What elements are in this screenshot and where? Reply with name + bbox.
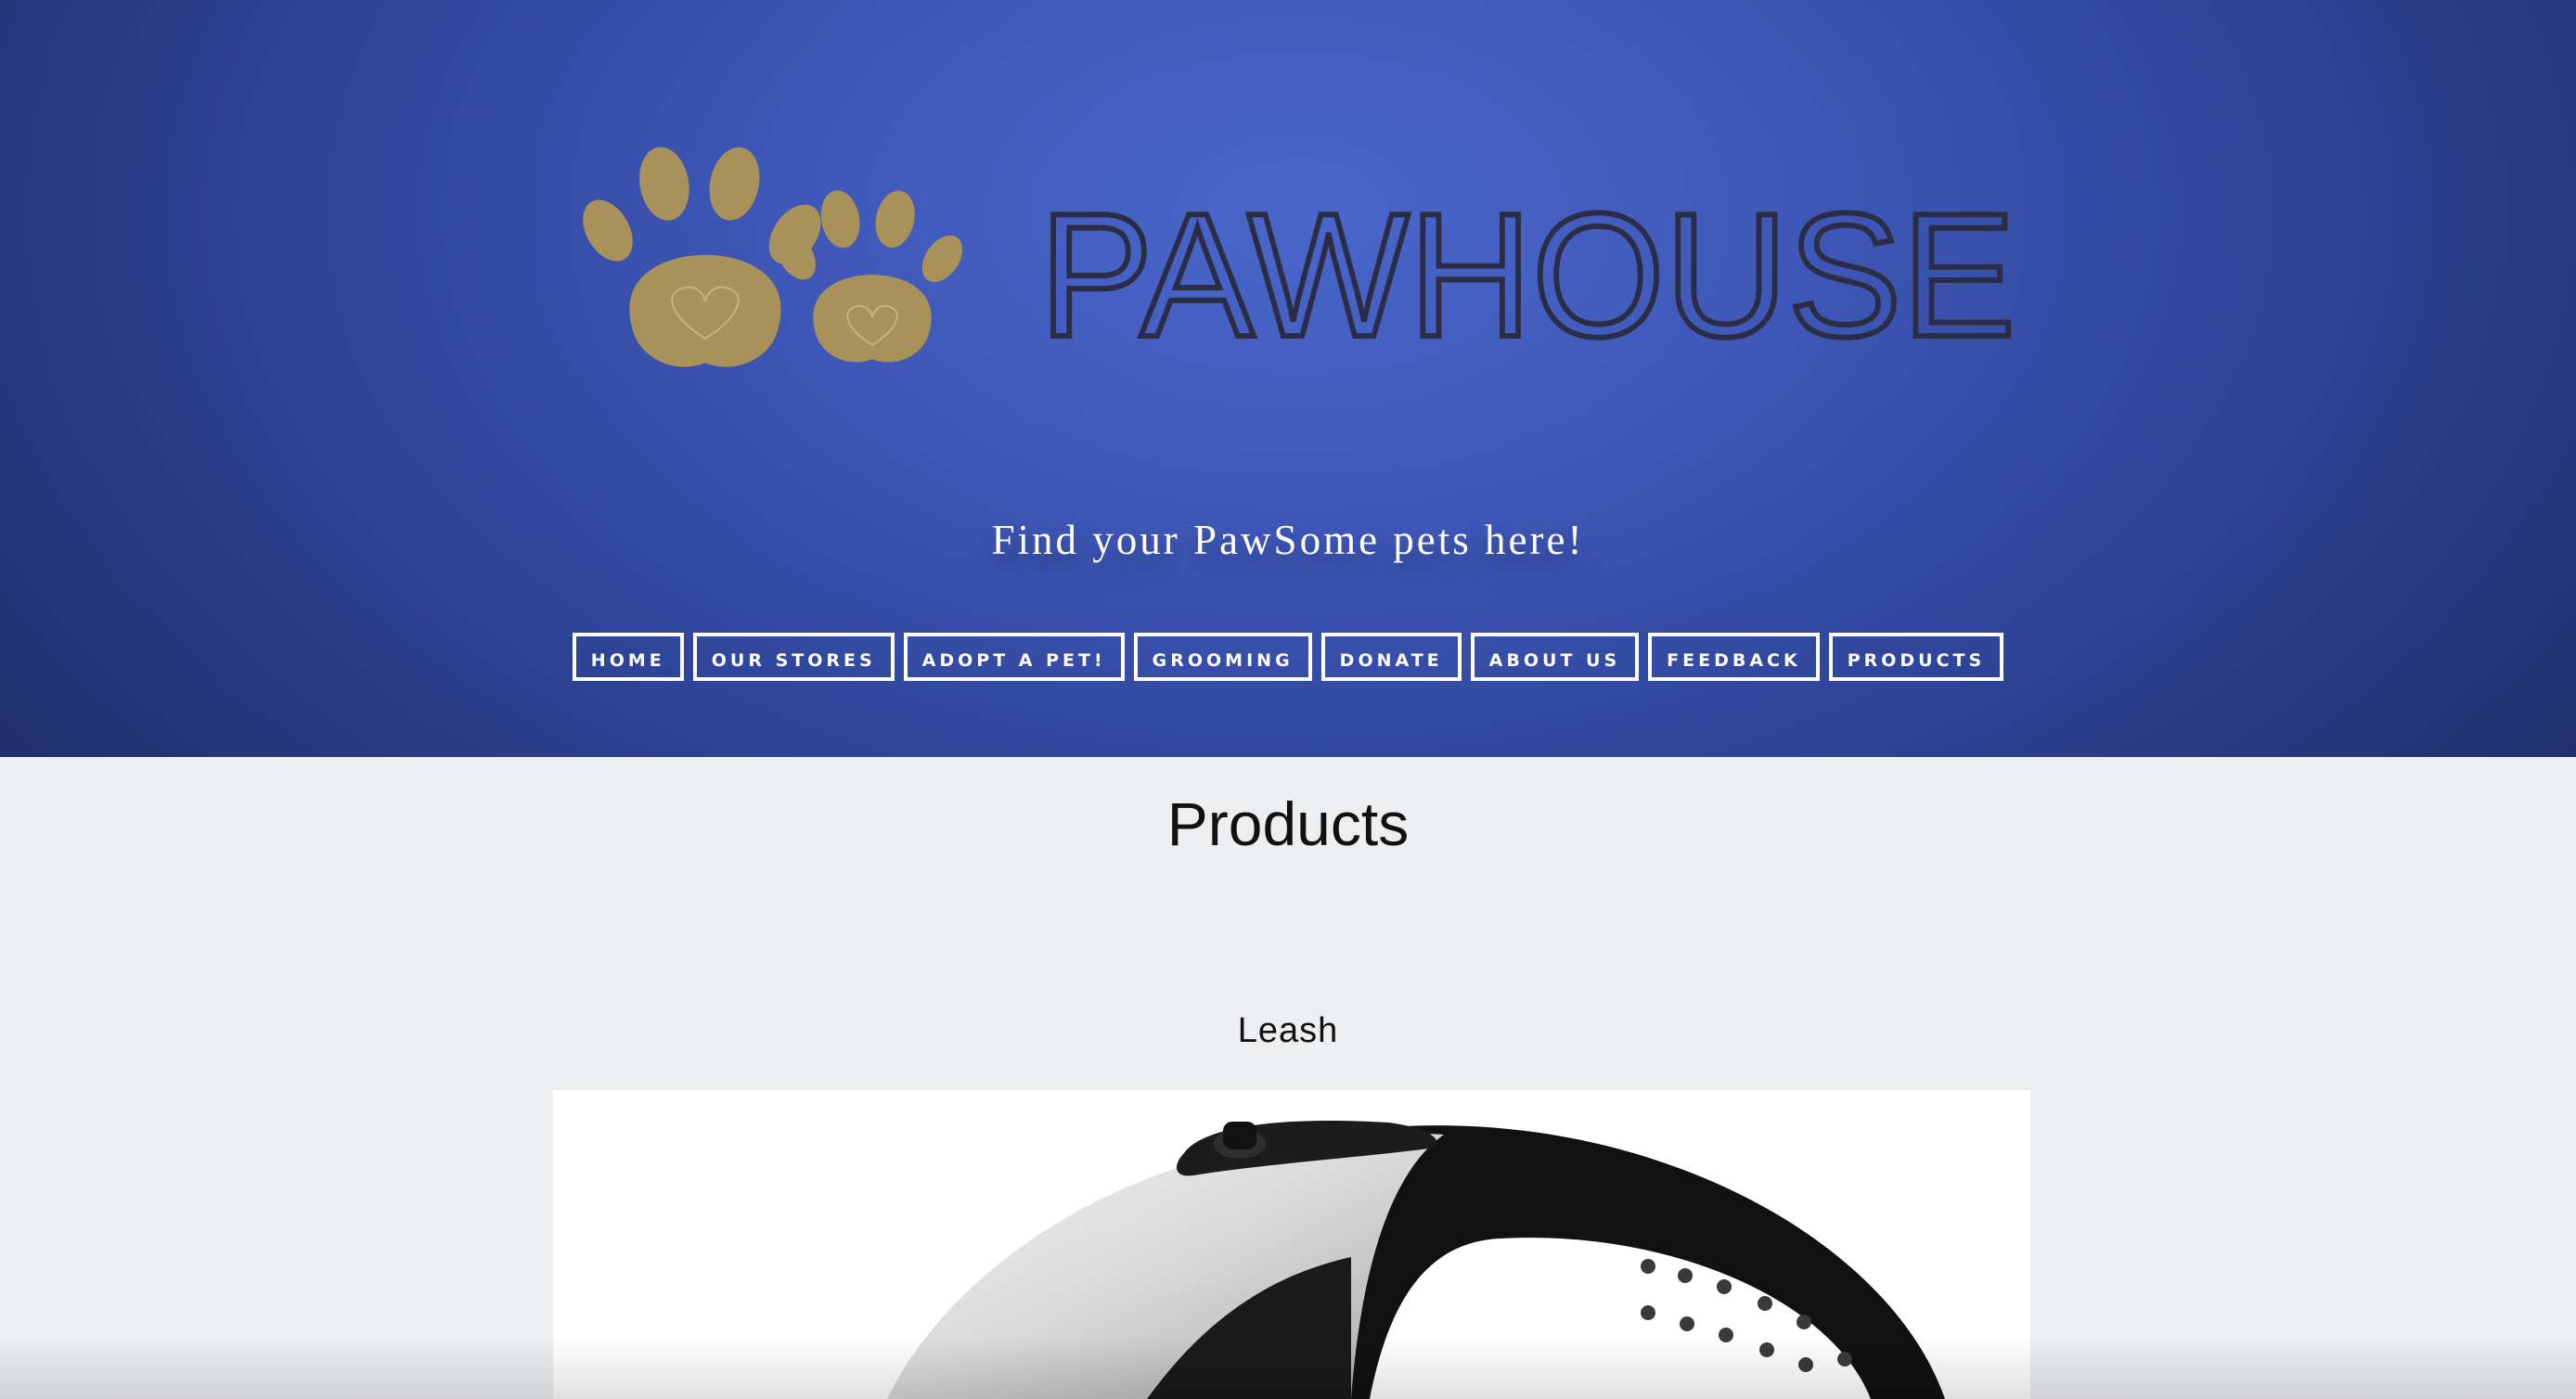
tagline: Find your PawSome pets here! (991, 517, 1585, 563)
retractable-leash-image[interactable] (553, 1090, 2030, 1399)
nav-feedback[interactable]: FEEDBACK (1648, 633, 1820, 681)
product-name: Leash (1237, 1011, 1339, 1050)
nav-donate[interactable]: DONATE (1320, 633, 1462, 681)
header-banner: PAWHOUSE Find your PawSome pets here! HO… (0, 0, 2576, 757)
nav-products[interactable]: PRODUCTS (1828, 633, 2004, 681)
page-title: Products (1166, 789, 1410, 858)
nav-grooming[interactable]: GROOMING (1133, 633, 1312, 681)
logo-text: PAWHOUSE (1039, 177, 2016, 374)
logo-graphic: PAWHOUSE (573, 142, 2018, 377)
nav-our-stores[interactable]: OUR STORES (692, 633, 895, 681)
nav-about-us[interactable]: ABOUT US (1470, 633, 1640, 681)
nav-adopt-a-pet[interactable]: ADOPT A PET! (903, 633, 1125, 681)
pawhouse-logo[interactable]: PAWHOUSE (557, 139, 2041, 417)
main-nav: HOME OUR STORES ADOPT A PET! GROOMING DO… (0, 633, 2576, 681)
leash-illustration (887, 1121, 1945, 1399)
nav-home[interactable]: HOME (572, 633, 684, 681)
